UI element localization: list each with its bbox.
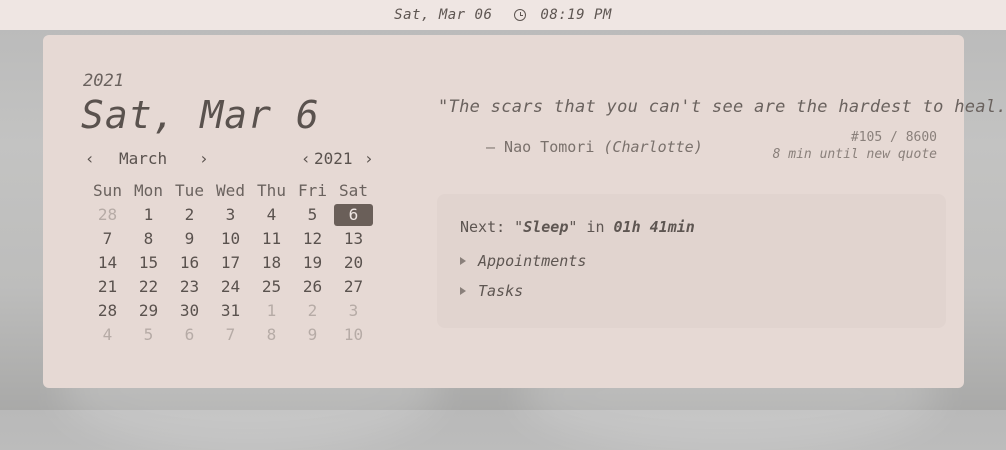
weekday-label: Mon xyxy=(134,181,163,200)
calendar-day[interactable]: 18 xyxy=(251,252,292,274)
calendar-day[interactable]: 12 xyxy=(292,228,333,250)
calendar-week: 28 29 30 31 1 2 3 xyxy=(87,299,375,323)
quote-meta: #105 / 8600 8 min until new quote xyxy=(773,129,937,163)
tasks-label: Tasks xyxy=(478,282,524,300)
calendar-day[interactable]: 28 xyxy=(87,204,128,226)
calendar-day[interactable]: 8 xyxy=(128,228,169,250)
calendar-day[interactable]: 1 xyxy=(128,204,169,226)
tasks-toggle[interactable]: Tasks xyxy=(460,282,523,300)
next-month-button[interactable]: › xyxy=(199,149,209,168)
appointments-toggle[interactable]: Appointments xyxy=(460,252,586,270)
calendar-day[interactable]: 29 xyxy=(128,300,169,322)
calendar-day[interactable]: 19 xyxy=(292,252,333,274)
calendar-day[interactable]: 5 xyxy=(292,204,333,226)
year-label: 2021 xyxy=(83,71,124,91)
weekday-label: Fri xyxy=(298,181,327,200)
calendar-day[interactable]: 14 xyxy=(87,252,128,274)
calendar-day[interactable]: 3 xyxy=(210,204,251,226)
appointments-label: Appointments xyxy=(478,252,587,270)
calendar-week: 21 22 23 24 25 26 27 xyxy=(87,275,375,299)
quote-source: (Charlotte) xyxy=(603,138,703,156)
next-event-prefix: Next: " xyxy=(460,218,524,236)
quote-counter: #105 / 8600 xyxy=(850,130,937,145)
calendar-day[interactable]: 25 xyxy=(251,276,292,298)
calendar-day[interactable]: 28 xyxy=(87,300,128,322)
prev-month-button[interactable]: ‹ xyxy=(85,149,95,168)
clock-icon xyxy=(514,9,527,21)
calendar-week: 14 15 16 17 18 19 20 xyxy=(87,251,375,275)
next-event-name: Sleep xyxy=(523,218,569,236)
calendar-day[interactable]: 4 xyxy=(87,324,128,346)
weekday-label: Sat xyxy=(339,181,368,200)
month-label[interactable]: March xyxy=(119,149,167,168)
calendar-day[interactable]: 3 xyxy=(333,300,374,322)
calendar-day[interactable]: 30 xyxy=(169,300,210,322)
quote-author: — Nao Tomori (Charlotte) xyxy=(486,138,703,156)
calendar-day[interactable]: 11 xyxy=(251,228,292,250)
prev-year-button[interactable]: ‹ xyxy=(301,149,311,168)
calendar-day[interactable]: 4 xyxy=(251,204,292,226)
current-date: Sat, Mar 6 xyxy=(81,93,320,137)
status-date: Sat, Mar 06 xyxy=(394,7,493,23)
calendar-day[interactable]: 22 xyxy=(128,276,169,298)
weekday-header: Sun Mon Tue Wed Thu Fri Sat xyxy=(87,179,375,203)
status-time: 08:19 PM xyxy=(540,7,612,23)
calendar-day[interactable]: 1 xyxy=(251,300,292,322)
quote-author-name: — Nao Tomori xyxy=(486,138,595,156)
weekday-label: Tue xyxy=(175,181,204,200)
calendar-day[interactable]: 23 xyxy=(169,276,210,298)
next-year-button[interactable]: › xyxy=(364,149,374,168)
calendar-day[interactable]: 16 xyxy=(169,252,210,274)
expand-triangle-icon xyxy=(460,257,466,265)
events-card: Next: "Sleep" in 01h 41min Appointments … xyxy=(437,194,946,328)
calendar-day[interactable]: 17 xyxy=(210,252,251,274)
calendar-day[interactable]: 7 xyxy=(210,324,251,346)
calendar-day[interactable]: 10 xyxy=(210,228,251,250)
calendar-day[interactable]: 26 xyxy=(292,276,333,298)
next-event-mid: " in xyxy=(568,218,614,236)
calendar-week: 7 8 9 10 11 12 13 xyxy=(87,227,375,251)
next-event: Next: "Sleep" in 01h 41min xyxy=(460,218,695,236)
calendar-week: 28 1 2 3 4 5 6 xyxy=(87,203,375,227)
calendar-day[interactable]: 31 xyxy=(210,300,251,322)
calendar-day[interactable]: 2 xyxy=(292,300,333,322)
calendar-grid: Sun Mon Tue Wed Thu Fri Sat 28 1 2 3 4 5… xyxy=(87,179,375,347)
calendar-week: 4 5 6 7 8 9 10 xyxy=(87,323,375,347)
calendar-day[interactable]: 27 xyxy=(333,276,374,298)
calendar-day-today[interactable]: 6 xyxy=(334,204,373,226)
calendar-day[interactable]: 21 xyxy=(87,276,128,298)
quote-text: "The scars that you can't see are the ha… xyxy=(438,97,1006,117)
weekday-label: Sun xyxy=(93,181,122,200)
year-selector[interactable]: 2021 xyxy=(314,149,353,168)
calendar-day[interactable]: 13 xyxy=(333,228,374,250)
weekday-label: Wed xyxy=(216,181,245,200)
status-bar: Sat, Mar 06 08:19 PM xyxy=(0,0,1006,30)
calendar-day[interactable]: 10 xyxy=(333,324,374,346)
calendar-day[interactable]: 5 xyxy=(128,324,169,346)
calendar-day[interactable]: 9 xyxy=(292,324,333,346)
dashboard-panel: 2021 Sat, Mar 6 ‹ March › ‹ 2021 › Sun M… xyxy=(43,35,1006,388)
calendar-day[interactable]: 7 xyxy=(87,228,128,250)
calendar-day[interactable]: 15 xyxy=(128,252,169,274)
quote-refresh-timer: 8 min until new quote xyxy=(772,147,937,162)
expand-triangle-icon xyxy=(460,287,466,295)
calendar-day[interactable]: 9 xyxy=(169,228,210,250)
next-event-countdown: 01h 41min xyxy=(613,218,695,236)
calendar-day[interactable]: 24 xyxy=(210,276,251,298)
calendar-day[interactable]: 2 xyxy=(169,204,210,226)
calendar-day[interactable]: 6 xyxy=(169,324,210,346)
calendar-day[interactable]: 20 xyxy=(333,252,374,274)
weekday-label: Thu xyxy=(257,181,286,200)
calendar-day[interactable]: 8 xyxy=(251,324,292,346)
